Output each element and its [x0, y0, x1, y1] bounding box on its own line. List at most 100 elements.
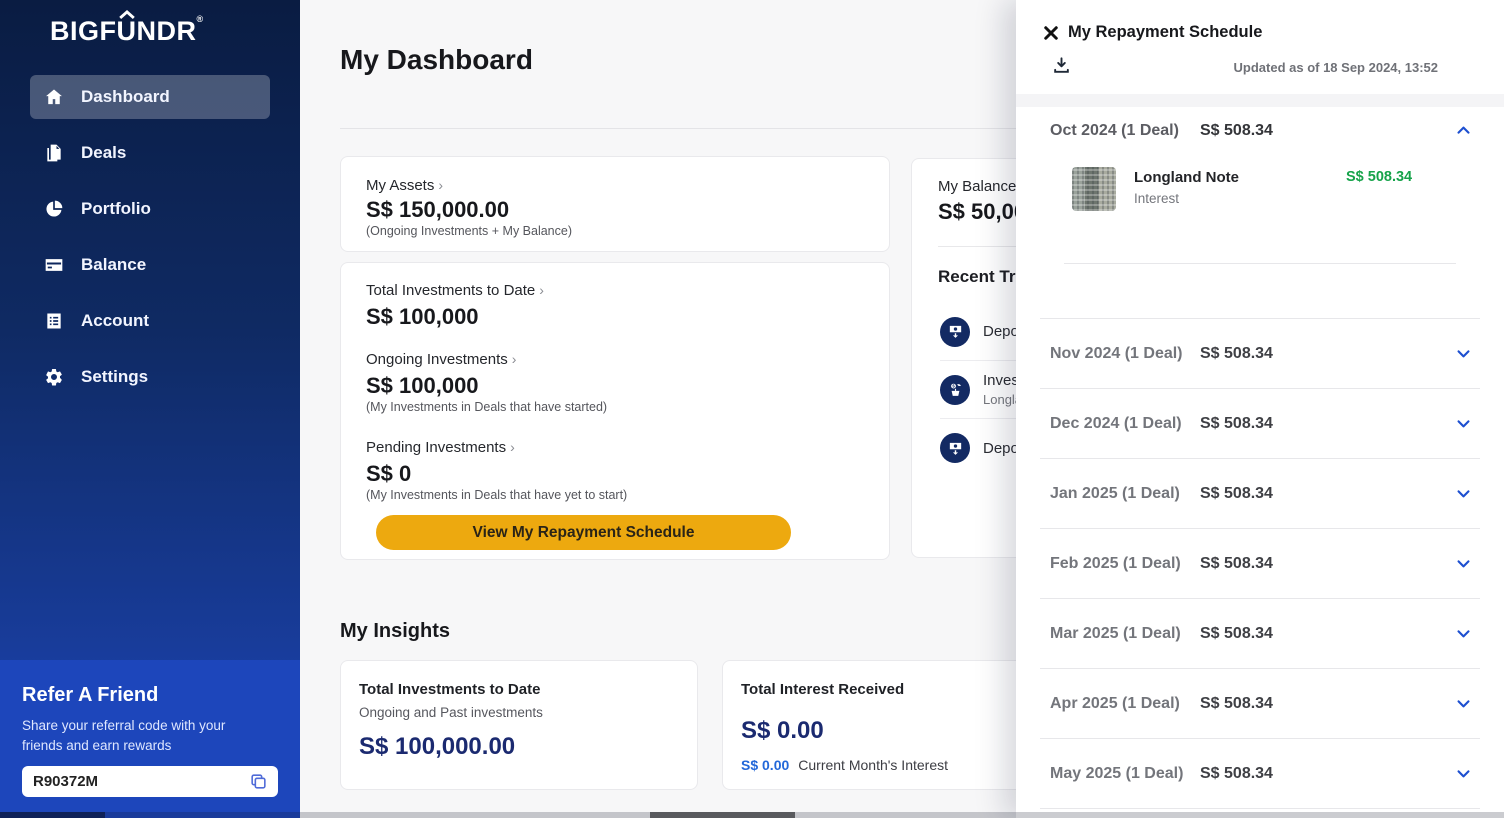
sidebar-item-balance[interactable]: Balance	[30, 243, 270, 287]
my-balance-link[interactable]: My Balance	[938, 178, 1016, 195]
schedule-amount: S$ 508.34	[1200, 484, 1273, 502]
pending-investments-value: S$ 0	[366, 461, 412, 486]
deposit-icon	[940, 433, 970, 463]
chevron-right-icon: ›	[438, 177, 444, 193]
referral-code: R90372M	[33, 773, 99, 791]
schedule-amount: S$ 508.34	[1200, 121, 1273, 139]
chevron-right-icon: ›	[539, 282, 544, 298]
ongoing-investments-value: S$ 100,000	[366, 373, 479, 398]
logo-text: BIGF	[50, 16, 117, 46]
chevron-up-icon[interactable]	[1455, 122, 1472, 139]
schedule-amount: S$ 508.34	[1200, 694, 1273, 712]
home-icon	[46, 89, 62, 105]
schedule-row[interactable]: Mar 2025 (1 Deal) S$ 508.34	[1040, 599, 1480, 669]
schedule-row-expanded[interactable]: Oct 2024 (1 Deal) S$ 508.34	[1040, 107, 1480, 154]
view-repayment-schedule-button[interactable]: View My Repayment Schedule	[376, 515, 791, 550]
chevron-right-icon: ›	[511, 351, 517, 367]
refer-description: Share your referral code with your frien…	[22, 718, 226, 753]
download-icon[interactable]	[1052, 56, 1071, 75]
my-assets-caption: (Ongoing Investments + My Balance)	[366, 224, 572, 238]
sidebar-item-label: Balance	[81, 255, 147, 274]
deal-name: Longland Note	[1134, 169, 1239, 186]
my-assets-value: S$ 150,000.00	[366, 197, 510, 222]
repayment-schedule-panel: My Repayment Schedule Updated as of 18 S…	[1016, 0, 1504, 818]
invest-icon: $	[940, 374, 970, 405]
roof-icon	[118, 10, 135, 19]
schedule-month: Oct 2024 (1 Deal)	[1050, 121, 1179, 139]
total-investments-link[interactable]: Total Investments to Date ›	[366, 282, 544, 299]
schedule-row[interactable]: May 2025 (1 Deal) S$ 508.34	[1040, 739, 1480, 809]
logo-house-u: U	[117, 10, 137, 47]
chevron-down-icon[interactable]	[1455, 415, 1472, 432]
sidebar-nav: Dashboard Deals Portfolio Balance Accoun…	[30, 75, 270, 411]
refer-title: Refer A Friend	[22, 684, 159, 706]
sidebar-item-dashboard[interactable]: Dashboard	[30, 75, 270, 119]
sidebar-item-label: Dashboard	[81, 87, 170, 106]
chevron-down-icon[interactable]	[1455, 625, 1472, 642]
sidebar-item-settings[interactable]: Settings	[30, 355, 270, 399]
my-insights-title: My Insights	[340, 620, 451, 642]
schedule-amount: S$ 508.34	[1200, 344, 1273, 362]
horizontal-scrollbar[interactable]	[0, 812, 1504, 818]
my-assets-link[interactable]: My Assets ›	[366, 177, 443, 194]
app-screen: BIGFU NDR® Dashboard Deals Portfolio Bala…	[0, 0, 1504, 818]
sidebar-item-portfolio[interactable]: Portfolio	[30, 187, 270, 231]
deal-amount: S$ 508.34	[1346, 169, 1413, 185]
panel-header-divider	[1016, 94, 1504, 107]
schedule-row[interactable]: Feb 2025 (1 Deal) S$ 508.34	[1040, 529, 1480, 599]
deal-row[interactable]: Longland Note Interest S$ 508.34	[1072, 167, 1480, 227]
deals-icon	[47, 144, 61, 162]
schedule-row[interactable]: Dec 2024 (1 Deal) S$ 508.34	[1040, 389, 1480, 459]
insight-card-total-investments: Total Investments to Date Ongoing and Pa…	[340, 660, 698, 790]
panel-title: My Repayment Schedule	[1068, 23, 1263, 41]
deal-payment-type: Interest	[1134, 191, 1180, 206]
insight-title: Total Interest Received	[741, 681, 905, 698]
panel-updated-timestamp: Updated as of 18 Sep 2024, 13:52	[1233, 60, 1438, 75]
schedule-row[interactable]: Jan 2025 (1 Deal) S$ 508.34	[1040, 459, 1480, 529]
chevron-down-icon[interactable]	[1455, 345, 1472, 362]
scrollbar-thumb[interactable]	[0, 812, 105, 818]
credit-card-icon	[45, 259, 63, 271]
chevron-down-icon[interactable]	[1455, 765, 1472, 782]
pending-investments-link[interactable]: Pending Investments ›	[366, 439, 515, 456]
insight-value: S$ 0.00	[741, 717, 824, 744]
current-month-interest-value: S$ 0.00	[741, 757, 790, 773]
account-icon	[47, 313, 61, 329]
copy-icon[interactable]	[249, 772, 268, 791]
registered-mark: ®	[196, 14, 204, 24]
ongoing-investments-link[interactable]: Ongoing Investments ›	[366, 351, 516, 368]
referral-code-box[interactable]: R90372M	[22, 766, 278, 798]
schedule-row[interactable]: Nov 2024 (1 Deal) S$ 508.34	[1040, 319, 1480, 389]
total-investments-value: S$ 100,000	[366, 304, 479, 329]
pending-investments-caption: (My Investments in Deals that have yet t…	[366, 488, 628, 502]
chevron-down-icon[interactable]	[1455, 555, 1472, 572]
sidebar-item-deals[interactable]: Deals	[30, 131, 270, 175]
schedule-month: Nov 2024 (1 Deal)	[1050, 344, 1183, 362]
chevron-down-icon[interactable]	[1455, 695, 1472, 712]
insight-subtitle: Ongoing and Past investments	[359, 705, 543, 720]
schedule-amount: S$ 508.34	[1200, 624, 1273, 642]
schedule-month: Dec 2024 (1 Deal)	[1050, 414, 1182, 432]
logo-text: NDR	[136, 16, 197, 46]
scrollbar-thumb[interactable]	[650, 812, 795, 818]
schedule-month: Jan 2025 (1 Deal)	[1050, 484, 1180, 502]
sidebar-item-label: Account	[81, 311, 149, 330]
pie-chart-icon	[46, 200, 63, 217]
sidebar-item-label: Deals	[81, 143, 127, 162]
schedule-row[interactable]: Apr 2025 (1 Deal) S$ 508.34	[1040, 669, 1480, 739]
current-month-interest: S$ 0.00 Current Month's Interest	[741, 757, 948, 773]
schedule-amount: S$ 508.34	[1200, 554, 1273, 572]
deal-thumbnail-image	[1072, 167, 1116, 211]
chevron-right-icon: ›	[510, 439, 515, 455]
schedule-month: May 2025 (1 Deal)	[1050, 764, 1184, 782]
sidebar-item-label: Settings	[81, 367, 149, 386]
sidebar-item-account[interactable]: Account	[30, 299, 270, 343]
investments-card: Total Investments to Date › S$ 100,000 On…	[340, 262, 890, 560]
sidebar: BIGFU NDR® Dashboard Deals Portfolio Bala…	[0, 0, 300, 818]
schedule-month: Mar 2025 (1 Deal)	[1050, 624, 1181, 642]
schedule-amount: S$ 508.34	[1200, 764, 1273, 782]
chevron-down-icon[interactable]	[1455, 485, 1472, 502]
brand-logo: BIGFU NDR®	[50, 10, 204, 47]
current-month-interest-label: Current Month's Interest	[798, 757, 948, 773]
close-icon[interactable]	[1042, 24, 1060, 42]
